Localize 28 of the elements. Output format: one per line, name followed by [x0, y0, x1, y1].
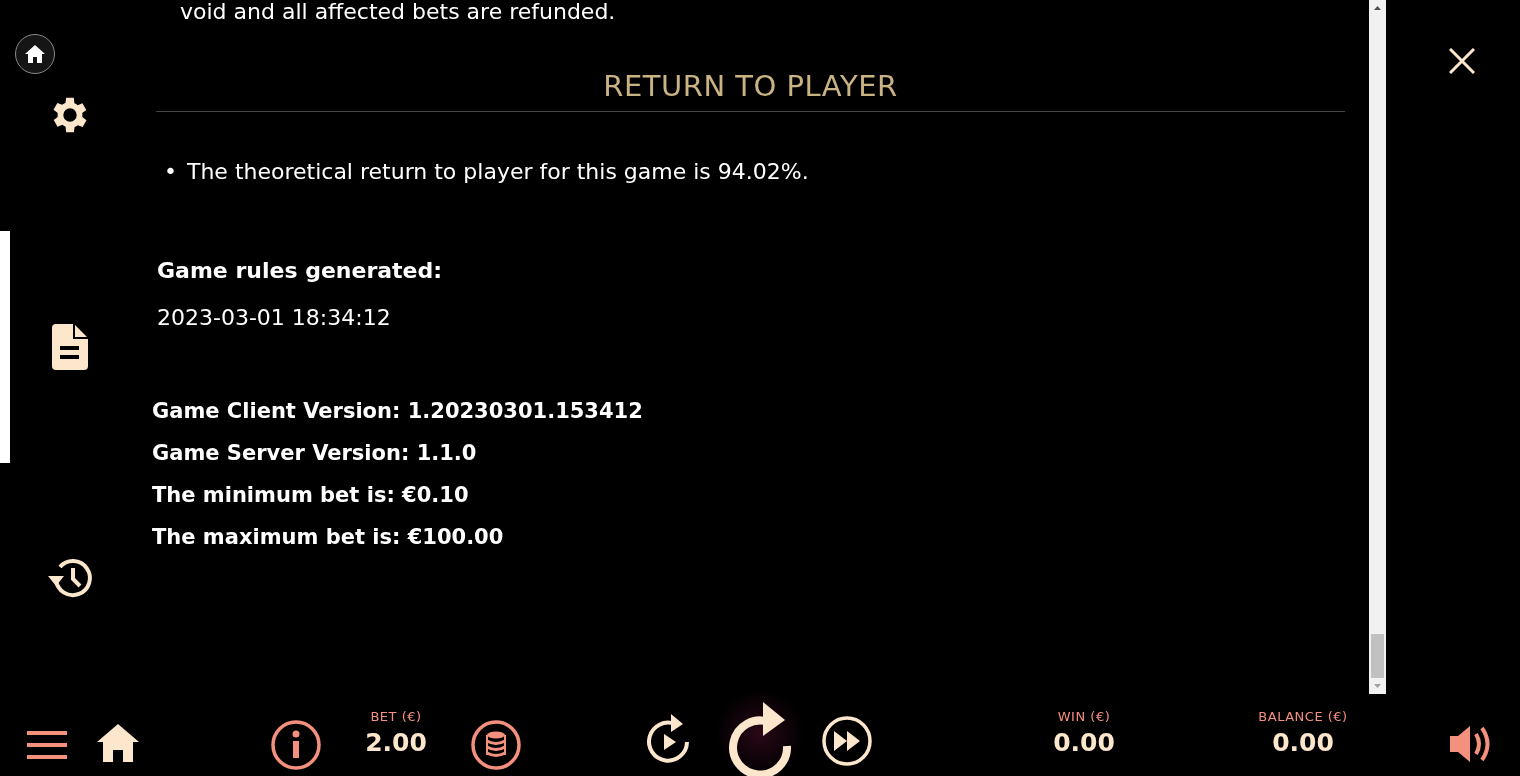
win-label: WIN (€)	[1056, 709, 1112, 724]
paragraph-text: void and all affected bets are refunded.	[180, 0, 616, 24]
close-icon[interactable]	[1449, 48, 1475, 74]
bullet-marker: •	[164, 158, 177, 186]
info-icon[interactable]	[271, 720, 321, 770]
coin-stack-icon[interactable]	[471, 720, 521, 770]
bet-label: BET (€)	[369, 709, 423, 724]
win-value: 0.00	[1053, 728, 1115, 757]
document-icon[interactable]	[52, 324, 88, 370]
history-icon[interactable]	[46, 556, 94, 600]
bullet-text: The theoretical return to player for this game is 94.02%.	[187, 158, 809, 186]
menu-icon[interactable]	[27, 731, 67, 759]
section-heading: RETURN TO PLAYER	[156, 69, 1345, 112]
label-text: Game rules generated:	[157, 258, 443, 283]
timestamp-text: 2023-03-01 18:34:12	[157, 305, 391, 330]
speaker-icon[interactable]	[1450, 724, 1492, 764]
info-text: The minimum bet is: €0.10	[152, 483, 469, 507]
info-text: The maximum bet is: €100.00	[152, 525, 504, 549]
fast-forward-icon[interactable]	[822, 716, 872, 766]
balance-value: 0.00	[1271, 728, 1335, 757]
info-text: Game Server Version: 1.1.0	[152, 441, 477, 465]
home-icon	[25, 45, 45, 63]
info-text: Game Client Version: 1.20230301.153412	[152, 399, 643, 423]
bet-value: 2.00	[365, 728, 427, 757]
balance-label: BALANCE (€)	[1258, 709, 1348, 724]
scrollbar[interactable]	[1369, 0, 1386, 694]
home-button[interactable]	[15, 34, 55, 74]
home-icon[interactable]	[97, 724, 139, 762]
